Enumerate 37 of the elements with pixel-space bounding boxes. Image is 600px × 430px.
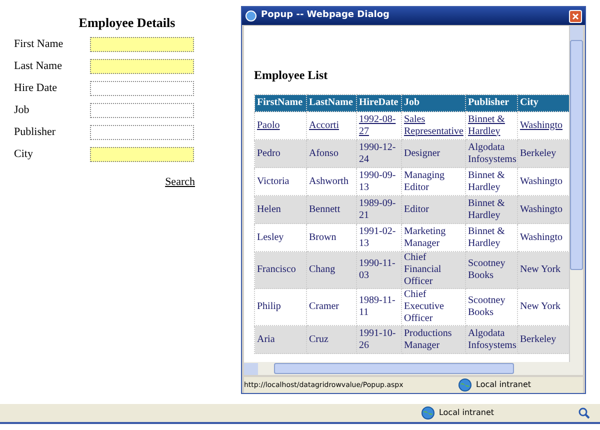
browser-status-zone: Local intranet <box>438 407 494 419</box>
close-icon <box>572 12 579 20</box>
column-header: City <box>518 94 569 112</box>
table-cell: Cruz <box>306 326 356 354</box>
column-header: HireDate <box>356 94 402 112</box>
column-header: LastName <box>306 94 356 112</box>
input-field[interactable] <box>90 81 194 96</box>
close-button[interactable] <box>569 10 582 22</box>
field-label: City <box>14 147 34 162</box>
field-label: Job <box>14 103 30 118</box>
list-heading: Employee List <box>254 67 329 84</box>
horizontal-scrollbar[interactable] <box>244 362 583 375</box>
input-field[interactable] <box>90 59 194 74</box>
zoom-icon[interactable] <box>578 407 590 419</box>
browser-icon <box>245 10 257 22</box>
vertical-scrollbar[interactable] <box>569 26 583 362</box>
table-cell: 1991-10-26 <box>356 326 402 354</box>
field-label: Hire Date <box>14 81 58 96</box>
table-cell: Productions Manager <box>402 326 466 354</box>
input-field[interactable] <box>90 37 194 52</box>
globe-icon <box>420 406 435 420</box>
field-label: Publisher <box>14 125 57 140</box>
table-cell: Algodata Infosystems <box>466 326 518 354</box>
column-header: Publisher <box>466 94 518 112</box>
input-field[interactable] <box>90 103 194 118</box>
form-title: Employee Details <box>78 14 176 32</box>
dialog-title: Popup -- Webpage Dialog <box>261 9 390 22</box>
field-label: First Name <box>14 37 64 52</box>
search-link[interactable]: Search <box>165 174 195 190</box>
status-zone: Local intranet <box>476 379 532 391</box>
column-header: FirstName <box>254 94 306 112</box>
input-field[interactable] <box>90 147 194 162</box>
column-header: Job <box>402 94 466 112</box>
field-label: Last Name <box>14 59 63 74</box>
table-cell: Aria <box>254 326 306 354</box>
globe-icon <box>458 378 472 392</box>
input-field[interactable] <box>90 125 194 140</box>
